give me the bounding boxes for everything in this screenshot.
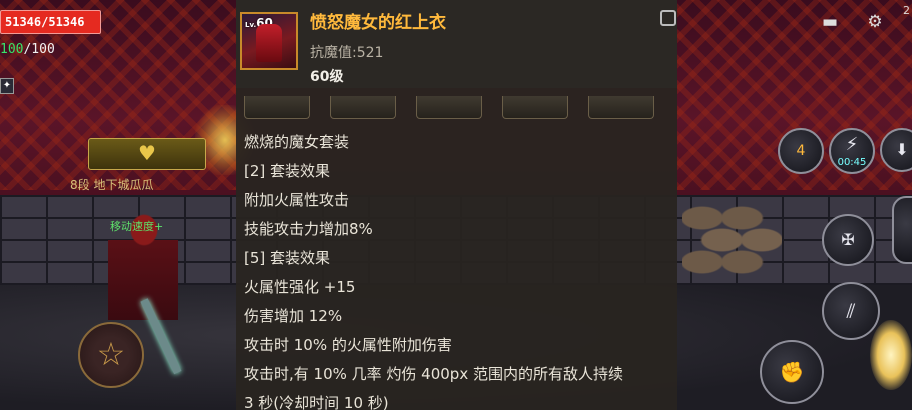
chat-bubble-icon: ▬	[821, 12, 839, 32]
slash-icon: ⫽	[846, 299, 856, 323]
fist-icon: ✊	[779, 360, 805, 384]
skill-button-7[interactable]	[892, 196, 912, 264]
virtual-joystick[interactable]: ☆	[78, 322, 144, 388]
enemy-rank: 8段	[70, 178, 90, 192]
set-bonus-line: 攻击时,有 10% 几率 灼伤 400px 范围内的所有敌人持续	[244, 365, 623, 383]
skill-button-5[interactable]: ⫽	[822, 282, 880, 340]
skill-button-2[interactable]: ⚡ 00:45	[829, 128, 875, 174]
lantern-glow	[870, 320, 912, 390]
item-tooltip: Lv.60 愤怒魔女的红上衣 抗魔值:521 60级 燃烧的魔女套装 [2] 套…	[236, 0, 677, 410]
skill-cooldown-count: 4	[796, 143, 806, 159]
red-coat-icon	[256, 24, 282, 62]
edge-digit: 2	[903, 4, 910, 17]
mp-max: /100	[23, 42, 55, 57]
set-bonus-header: [2] 套装效果	[244, 162, 331, 180]
mp-display: 100/100	[0, 42, 55, 57]
set-bonus-header: [5] 套装效果	[244, 249, 331, 267]
level-requirement: 60级	[310, 69, 344, 85]
gear-icon: ⚙	[867, 12, 883, 32]
socket-slot	[416, 96, 482, 119]
chat-button[interactable]: ▬	[817, 10, 843, 34]
socket-slot	[244, 96, 310, 119]
hp-bar: 51346/51346	[0, 10, 101, 34]
item-stat: 抗魔值:521	[310, 45, 384, 61]
skill-timer: 00:45	[837, 157, 867, 168]
arrow-down-icon: ⬇	[895, 140, 909, 159]
star-icon: ☆	[96, 335, 126, 373]
set-bonus-line: 技能攻击力增加8%	[244, 220, 373, 238]
level-prefix: Lv.	[245, 21, 257, 29]
socket-slot	[588, 96, 654, 119]
sandbag-pile	[682, 200, 782, 290]
hp-value: 51346/51346	[5, 15, 85, 29]
item-name: 愤怒魔女的红上衣	[310, 13, 446, 33]
set-bonus-line: 3 秒(冷却时间 10 秒)	[244, 394, 389, 410]
socket-slot	[502, 96, 568, 119]
enemy-nameplate: ♥	[88, 138, 206, 170]
socket-slots	[236, 96, 677, 120]
set-name: 燃烧的魔女套装	[244, 133, 350, 151]
heart-icon: ♥	[138, 141, 156, 165]
settings-button[interactable]: ⚙	[862, 10, 888, 34]
skill-button-1[interactable]: 4	[778, 128, 824, 174]
set-bonus-line: 伤害增加 12%	[244, 307, 343, 325]
skill-button-6[interactable]: ✊	[760, 340, 824, 404]
speed-buff-text: 移动速度+	[110, 220, 164, 233]
item-description: 燃烧的魔女套装 [2] 套装效果 附加火属性攻击 技能攻击力增加8% [5] 套…	[244, 128, 674, 410]
socket-slot	[330, 96, 396, 119]
buff-icon[interactable]: ✦	[0, 78, 14, 94]
set-bonus-line: 附加火属性攻击	[244, 191, 350, 209]
close-icon[interactable]	[660, 10, 676, 26]
tooltip-header: Lv.60 愤怒魔女的红上衣 抗魔值:521 60级	[236, 0, 677, 88]
skill-button-4[interactable]: ✠	[822, 214, 874, 266]
mp-current: 100	[0, 42, 24, 57]
claw-icon: ⚡	[845, 134, 859, 155]
item-icon: Lv.60	[240, 12, 298, 70]
set-bonus-line: 火属性强化 +15	[244, 278, 356, 296]
enemy-name: 地下城瓜瓜	[93, 178, 154, 192]
set-bonus-line: 攻击时 10% 的火属性附加伤害	[244, 336, 452, 354]
crest-icon: ✠	[841, 230, 855, 249]
enemy-label: 8段 地下城瓜瓜	[70, 176, 153, 193]
